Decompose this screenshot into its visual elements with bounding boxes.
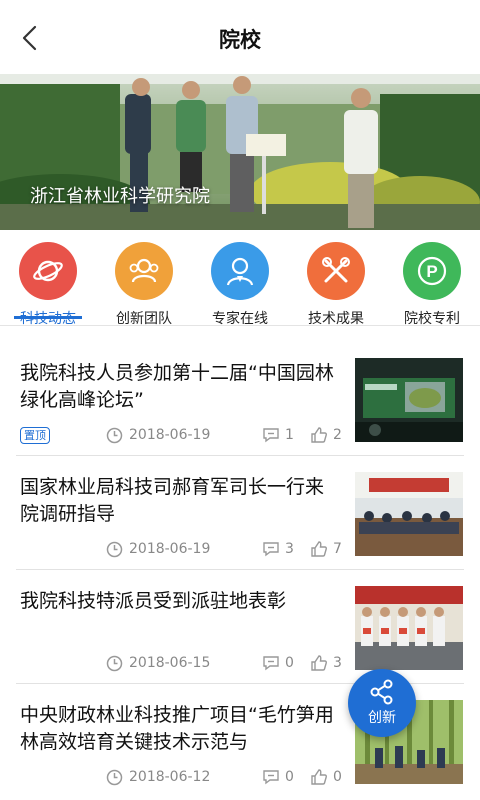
news-date: 2018-06-15 [129,655,211,671]
comment-icon [263,542,279,557]
news-thumbnail [355,472,463,556]
news-title: 我院科技人员参加第十二届“中国园林绿化高峰论坛” [20,362,334,411]
thumbs-up-icon [311,540,327,557]
category-row: 科技动态 创新团队 专家在线 技术成果 P 院校专利 [0,230,480,328]
clock-icon [106,427,123,443]
comment-count: 0 [285,655,294,671]
expert-icon [211,242,269,300]
comment-icon [263,428,279,443]
comments-group: 0 [262,655,294,671]
comment-count: 1 [285,427,294,443]
like-count: 3 [333,655,342,671]
news-thumbnail [355,358,463,442]
patent-icon: P [403,242,461,300]
share-icon [370,679,393,705]
comments-group: 1 [262,427,294,443]
like-count: 7 [333,541,342,557]
news-thumbnail [355,586,463,670]
banner-image[interactable]: 浙江省林业科学研究院 [0,74,480,230]
news-date: 2018-06-12 [129,769,211,785]
comment-icon [263,656,279,671]
list-item[interactable]: 我院科技特派员受到派驻地表彰 2018-06-15 0 3 [0,570,480,684]
date-group: 2018-06-19 [106,541,210,558]
news-meta: 2018-06-15 0 3 [0,652,350,674]
team-icon [115,242,173,300]
date-group: 2018-06-15 [106,655,210,672]
svg-text:P: P [426,262,437,281]
tools-icon [307,242,365,300]
category-label: 院校专利 [404,311,460,327]
clock-icon [106,655,123,671]
news-title: 国家林业局科技司郝育军司长一行来院调研指导 [20,476,325,525]
like-count: 2 [333,427,342,443]
clock-icon [106,541,123,557]
news-meta: 2018-06-19 3 7 [0,538,350,560]
news-meta: 2018-06-12 0 0 [0,766,350,788]
thumbs-up-icon [311,654,327,671]
category-innovation-team[interactable]: 创新团队 [96,242,192,328]
likes-group: 7 [310,540,342,558]
category-patents[interactable]: P 院校专利 [384,242,480,328]
comments-group: 0 [262,769,294,785]
thumbs-up-icon [311,426,327,443]
date-group: 2018-06-19 [106,427,210,444]
likes-group: 3 [310,654,342,672]
comment-count: 3 [285,541,294,557]
comment-icon [263,770,279,785]
list-item[interactable]: 国家林业局科技司郝育军司长一行来院调研指导 2018-06-19 3 7 [0,456,480,570]
create-fab-button[interactable]: 创新 [348,669,416,737]
category-tech-results[interactable]: 技术成果 [288,242,384,328]
app-header: 院校 [0,0,480,74]
comments-group: 3 [262,541,294,557]
list-item[interactable]: 我院科技人员参加第十二届“中国园林绿化高峰论坛” 置顶 2018-06-19 1 [0,342,480,456]
category-label: 专家在线 [212,311,268,327]
planet-icon [19,242,77,300]
likes-group: 0 [310,768,342,786]
news-date: 2018-06-19 [129,541,211,557]
news-meta: 2018-06-19 1 2 [0,424,350,446]
thumbs-up-icon [311,768,327,785]
like-count: 0 [333,769,342,785]
active-tab-indicator [14,316,82,319]
category-label: 技术成果 [308,311,364,327]
news-title: 中央财政林业科技推广项目“毛竹笋用林高效培育关键技术示范与 [20,704,334,753]
likes-group: 2 [310,426,342,444]
category-label: 创新团队 [116,311,172,327]
date-group: 2018-06-12 [106,769,210,786]
clock-icon [106,769,123,785]
fab-label: 创新 [368,710,396,726]
page-title: 院校 [219,28,261,52]
category-expert-online[interactable]: 专家在线 [192,242,288,328]
news-date: 2018-06-19 [129,427,211,443]
comment-count: 0 [285,769,294,785]
news-title: 我院科技特派员受到派驻地表彰 [20,590,287,612]
banner-caption: 浙江省林业科学研究院 [30,186,210,207]
